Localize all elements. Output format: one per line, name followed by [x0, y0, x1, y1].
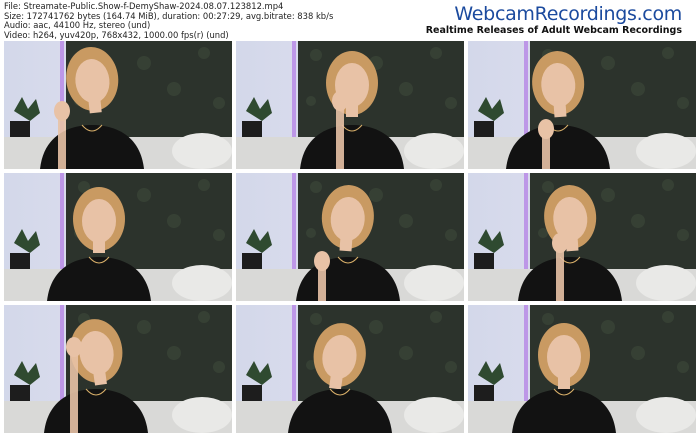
video-frame-thumbnail [4, 173, 232, 301]
video-frame-thumbnail [236, 305, 464, 433]
video-frame-thumbnail [236, 41, 464, 169]
video-frame-thumbnail [236, 173, 464, 301]
site-tagline: Realtime Releases of Adult Webcam Record… [425, 25, 682, 36]
video-frame-thumbnail [468, 173, 696, 301]
video-frame-thumbnail [468, 41, 696, 169]
video-frame-thumbnail [4, 305, 232, 433]
video-frame-thumbnail [468, 305, 696, 433]
site-name: WebcamRecordings.com [454, 3, 682, 25]
thumbnail-grid [4, 41, 696, 433]
site-branding: WebcamRecordings.com Realtime Releases o… [425, 3, 683, 37]
file-info: File: Streamate-Public.Show-f-DemyShaw-2… [4, 1, 333, 40]
video-info-line: Video: h264, yuv420p, 768x432, 1000.00 f… [4, 29, 229, 40]
video-frame-thumbnail [4, 41, 232, 169]
